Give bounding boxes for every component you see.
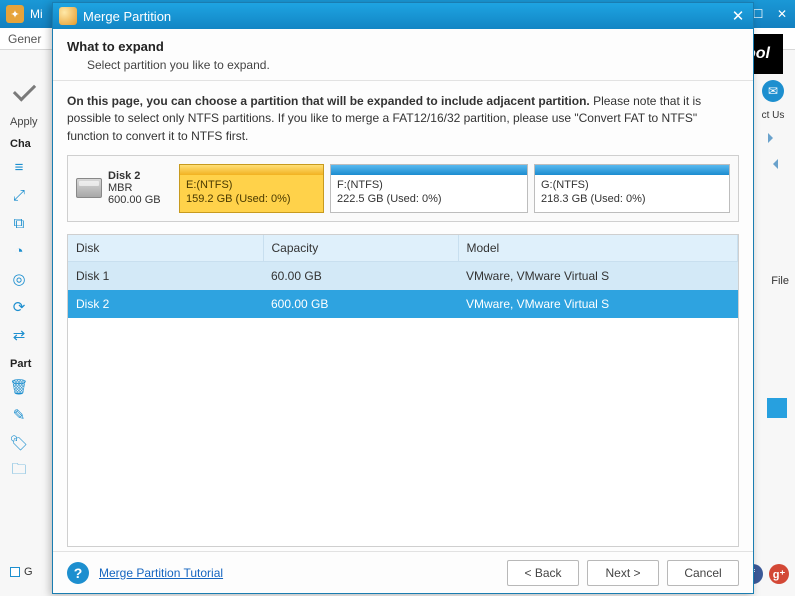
table-row[interactable]: Disk 2600.00 GBVMware, VMware Virtual S [68,290,738,318]
cell-model: VMware, VMware Virtual S [458,261,738,290]
dialog-app-icon [59,7,77,25]
cancel-button[interactable]: Cancel [667,560,739,586]
bg-close-button[interactable]: ✕ [775,7,789,21]
col-model[interactable]: Model [458,235,738,262]
partition-block[interactable]: E:(NTFS)159.2 GB (Used: 0%) [179,164,324,213]
disk-info: Disk 2 MBR 600.00 GB [76,164,169,213]
help-icon[interactable]: ? [67,562,89,584]
bg-contact-label: ct Us [762,110,785,121]
bg-title-text: Mi [30,7,43,21]
cell-disk: Disk 1 [68,261,263,290]
dialog-titlebar: Merge Partition ✕ [53,3,753,29]
partition-bar: E:(NTFS)159.2 GB (Used: 0%)F:(NTFS)222.5… [179,164,730,213]
disk-table: Disk Capacity Model Disk 160.00 GBVMware… [68,235,738,318]
bg-tool-icons-2: 🗑 ✎ 🏷 🗀 [10,378,50,480]
merge-partition-dialog: Merge Partition ✕ What to expand Select … [52,2,754,594]
disk-type: MBR [108,182,132,194]
mail-icon[interactable]: ✉ [762,80,784,102]
expand-icon[interactable]: ⤢ [10,186,28,204]
bg-app-icon: ✦ [6,5,24,23]
dialog-footer: ? Merge Partition Tutorial < Back Next >… [53,551,753,593]
dialog-body: On this page, you can choose a partition… [53,81,753,551]
disk-icon[interactable]: ◔ [10,242,28,260]
partition-label: G:(NTFS)218.3 GB (Used: 0%) [535,175,729,212]
partition-label: E:(NTFS)159.2 GB (Used: 0%) [180,175,323,212]
right-arrow-icon[interactable] [768,159,778,169]
cell-disk: Disk 2 [68,290,263,318]
trash-icon[interactable]: 🗑 [10,378,28,396]
edit-icon[interactable]: ✎ [10,406,28,424]
partition-block[interactable]: G:(NTFS)218.3 GB (Used: 0%) [534,164,730,213]
partition-fill-bar [331,165,527,175]
col-capacity[interactable]: Capacity [263,235,458,262]
sliders-icon[interactable]: ≡ [10,158,28,176]
refresh-icon[interactable]: ⟳ [10,298,28,316]
hard-disk-icon [76,178,102,198]
tutorial-link[interactable]: Merge Partition Tutorial [99,566,223,580]
copy-icon[interactable]: ⧉ [10,214,28,232]
instruction-bold: On this page, you can choose a partition… [67,94,590,108]
next-button[interactable]: Next > [587,560,659,586]
bg-blue-bar [767,398,787,418]
bg-apply-label[interactable]: Apply [10,116,50,128]
close-icon[interactable]: ✕ [729,7,747,25]
dialog-subheading: Select partition you like to expand. [87,58,739,72]
target-icon[interactable]: ◎ [10,270,28,288]
partition-fill-bar [535,165,729,175]
bg-file-label: File [771,275,789,287]
cell-model: VMware, VMware Virtual S [458,290,738,318]
bg-apply-check-icon [10,80,38,108]
bg-status-bar: G [10,566,33,578]
disk-name: Disk 2 [108,170,161,182]
disk-size: 600.00 GB [108,194,161,206]
swap-icon[interactable]: ⇄ [10,326,28,344]
dialog-heading: What to expand [67,39,739,54]
dialog-header: What to expand Select partition you like… [53,29,753,81]
partition-block[interactable]: F:(NTFS)222.5 GB (Used: 0%) [330,164,528,213]
left-arrow-icon[interactable] [768,133,778,143]
bg-tool-icons-1: ≡ ⤢ ⧉ ◔ ◎ ⟳ ⇄ [10,158,50,344]
bg-left-panel: Apply Cha ≡ ⤢ ⧉ ◔ ◎ ⟳ ⇄ Part 🗑 ✎ 🏷 🗀 [10,80,50,480]
bg-right-panel: ✉ ct Us [759,80,787,173]
back-button[interactable]: < Back [507,560,579,586]
bg-group-partition: Part [10,358,50,370]
cell-capacity: 600.00 GB [263,290,458,318]
bg-status-text: G [24,566,33,578]
folder-icon[interactable]: 🗀 [10,462,28,480]
partition-label: F:(NTFS)222.5 GB (Used: 0%) [331,175,527,212]
googleplus-icon[interactable]: g⁺ [769,564,789,584]
bg-menu-item[interactable]: Gener [8,32,41,46]
table-row[interactable]: Disk 160.00 GBVMware, VMware Virtual S [68,261,738,290]
dialog-title: Merge Partition [83,9,171,24]
partition-fill-bar [180,165,323,175]
cell-capacity: 60.00 GB [263,261,458,290]
legend-square-icon [10,567,20,577]
tag-icon[interactable]: 🏷 [10,434,28,452]
bg-group-changes: Cha [10,138,50,150]
dialog-instruction: On this page, you can choose a partition… [67,93,739,145]
col-disk[interactable]: Disk [68,235,263,262]
disk-map: Disk 2 MBR 600.00 GB E:(NTFS)159.2 GB (U… [67,155,739,222]
disk-table-container: Disk Capacity Model Disk 160.00 GBVMware… [67,234,739,547]
